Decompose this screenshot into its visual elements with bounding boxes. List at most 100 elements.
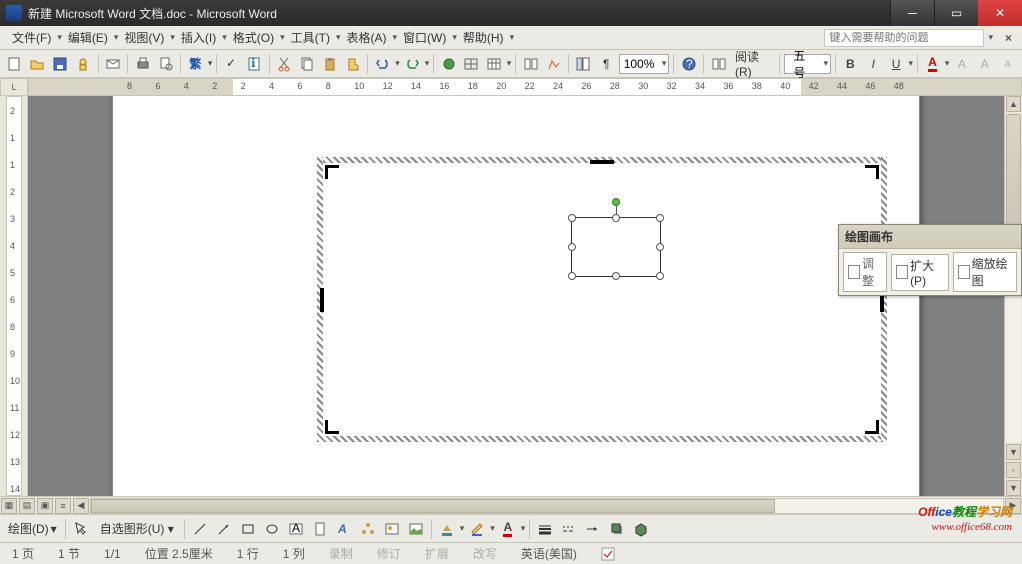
redo-icon[interactable] xyxy=(402,53,423,75)
dash-style-icon[interactable] xyxy=(558,518,580,540)
view-print-icon[interactable]: ▣ xyxy=(37,498,53,514)
print-icon[interactable] xyxy=(132,53,153,75)
fill-color-icon[interactable] xyxy=(436,518,458,540)
char-scaling-icon[interactable]: A xyxy=(951,53,972,75)
shrink-font-icon[interactable]: A xyxy=(997,53,1018,75)
status-ext[interactable]: 扩展 xyxy=(425,545,449,562)
font-size-combo[interactable]: 五号 xyxy=(784,54,831,74)
menu-table[interactable]: 表格(A) xyxy=(341,27,393,48)
view-web-icon[interactable]: ▤ xyxy=(19,498,35,514)
canvas-corner-bl[interactable] xyxy=(325,420,339,434)
draw-menu[interactable]: 绘图(D) ▾ xyxy=(4,518,61,539)
columns-icon[interactable] xyxy=(520,53,541,75)
undo-icon[interactable] xyxy=(372,53,393,75)
status-rev[interactable]: 修订 xyxy=(377,545,401,562)
menu-format[interactable]: 格式(O) xyxy=(227,27,280,48)
resize-handle-r[interactable] xyxy=(656,243,664,251)
scroll-down-icon[interactable]: ▼ xyxy=(1006,444,1021,460)
hscroll-thumb[interactable] xyxy=(91,499,775,513)
format-painter-icon[interactable] xyxy=(343,53,364,75)
help-search-input[interactable] xyxy=(824,29,984,47)
oval-icon[interactable] xyxy=(261,518,283,540)
menu-view[interactable]: 视图(V) xyxy=(118,27,170,48)
grow-font-icon[interactable]: A xyxy=(974,53,995,75)
horizontal-scrollbar[interactable]: ▦ ▤ ▣ ≡ ◀ ▶ xyxy=(0,496,1022,514)
traditional-icon[interactable]: 繁 xyxy=(185,53,206,75)
close-document-button[interactable]: × xyxy=(1001,31,1016,45)
browse-object-icon[interactable]: ◦ xyxy=(1006,462,1021,478)
menu-window[interactable]: 窗口(W) xyxy=(397,27,452,48)
rotation-handle[interactable] xyxy=(612,198,620,206)
canvas-area[interactable]: ▲ ▼ ◦ ▼ xyxy=(28,96,1022,496)
mail-icon[interactable] xyxy=(102,53,123,75)
canvas-corner-tr[interactable] xyxy=(865,165,879,179)
fit-button[interactable]: 调整 xyxy=(843,252,887,292)
menu-file[interactable]: 文件(F) xyxy=(6,27,57,48)
line-color-icon[interactable] xyxy=(466,518,488,540)
picture-icon[interactable] xyxy=(405,518,427,540)
resize-handle-br[interactable] xyxy=(656,272,664,280)
status-rec[interactable]: 录制 xyxy=(329,545,353,562)
expand-button[interactable]: 扩大(P) xyxy=(891,254,949,291)
vertical-scrollbar[interactable]: ▲ ▼ ◦ ▼ xyxy=(1004,96,1022,496)
permission-icon[interactable] xyxy=(73,53,94,75)
font-color-icon[interactable]: A xyxy=(922,53,943,75)
show-hide-icon[interactable]: ¶ xyxy=(596,53,617,75)
canvas-handle-left[interactable] xyxy=(320,288,324,312)
status-lang[interactable]: 英语(美国) xyxy=(521,545,577,562)
arrow-style-icon[interactable] xyxy=(582,518,604,540)
zoom-combo[interactable]: 100% xyxy=(619,54,670,74)
tables-borders-icon[interactable] xyxy=(461,53,482,75)
open-icon[interactable] xyxy=(27,53,48,75)
minimize-button[interactable]: ─ xyxy=(890,0,934,26)
new-icon[interactable] xyxy=(4,53,25,75)
next-page-icon[interactable]: ▼ xyxy=(1006,480,1021,496)
cut-icon[interactable] xyxy=(274,53,295,75)
canvas-corner-tl[interactable] xyxy=(325,165,339,179)
resize-handle-tl[interactable] xyxy=(568,214,576,222)
save-icon[interactable] xyxy=(50,53,71,75)
drawing-canvas-toolbar[interactable]: 绘图画布 调整 扩大(P) 缩放绘图 xyxy=(838,224,1022,296)
help-icon[interactable]: ? xyxy=(678,53,699,75)
hyperlink-icon[interactable] xyxy=(438,53,459,75)
resize-handle-l[interactable] xyxy=(568,243,576,251)
insert-table-icon[interactable] xyxy=(484,53,505,75)
drawing-canvas[interactable] xyxy=(317,157,887,442)
drawing-canvas-title[interactable]: 绘图画布 xyxy=(839,225,1021,249)
resize-handle-t[interactable] xyxy=(612,214,620,222)
hruler[interactable]: /*populated below*/ 86422468101214161820… xyxy=(28,78,1022,96)
view-outline-icon[interactable]: ≡ xyxy=(55,498,71,514)
drawing-icon[interactable] xyxy=(543,53,564,75)
underline-icon[interactable]: U xyxy=(886,53,907,75)
page[interactable] xyxy=(112,96,920,496)
canvas-corner-br[interactable] xyxy=(865,420,879,434)
maximize-button[interactable]: ▭ xyxy=(934,0,978,26)
hscroll-left-icon[interactable]: ◀ xyxy=(73,498,89,514)
menu-tools[interactable]: 工具(T) xyxy=(285,27,336,48)
print-preview-icon[interactable] xyxy=(155,53,176,75)
doc-map-icon[interactable] xyxy=(573,53,594,75)
menu-insert[interactable]: 插入(I) xyxy=(175,27,222,48)
bold-icon[interactable]: B xyxy=(840,53,861,75)
hscroll-track[interactable] xyxy=(90,498,1004,514)
copy-icon[interactable] xyxy=(297,53,318,75)
line-style-icon[interactable] xyxy=(534,518,556,540)
scroll-up-icon[interactable]: ▲ xyxy=(1006,96,1021,112)
menu-edit[interactable]: 编辑(E) xyxy=(62,27,114,48)
status-ovr[interactable]: 改写 xyxy=(473,545,497,562)
line-icon[interactable] xyxy=(189,518,211,540)
resize-handle-tr[interactable] xyxy=(656,214,664,222)
font-color-draw-icon[interactable]: A xyxy=(497,518,519,540)
italic-icon[interactable]: I xyxy=(863,53,884,75)
vertical-textbox-icon[interactable] xyxy=(309,518,331,540)
research-icon[interactable]: ℹ xyxy=(244,53,265,75)
resize-handle-bl[interactable] xyxy=(568,272,576,280)
rectangle-shape[interactable] xyxy=(571,217,661,277)
read-label[interactable]: 阅读(R) xyxy=(731,46,777,81)
canvas-handle-top[interactable] xyxy=(590,160,614,164)
paste-icon[interactable] xyxy=(320,53,341,75)
clipart-icon[interactable] xyxy=(381,518,403,540)
spellcheck-status-icon[interactable] xyxy=(601,547,617,561)
select-objects-icon[interactable] xyxy=(70,518,92,540)
menu-help[interactable]: 帮助(H) xyxy=(457,27,510,48)
